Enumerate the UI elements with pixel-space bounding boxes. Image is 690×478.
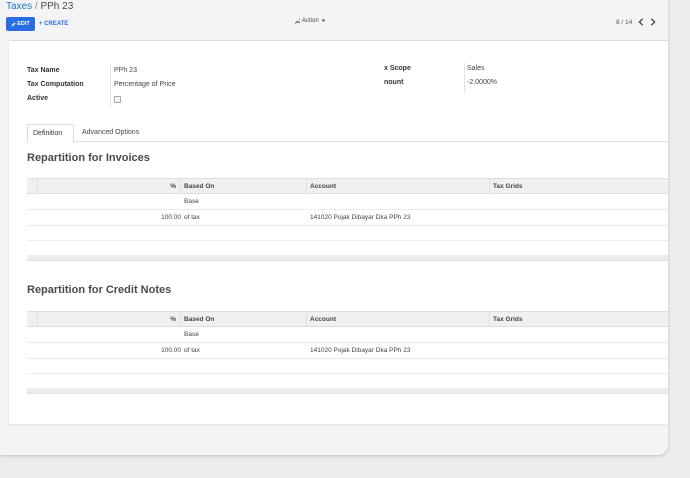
empty-row xyxy=(27,241,668,256)
credit-notes-section-title: Repartition for Credit Notes xyxy=(27,284,172,296)
tax-computation-label: Tax Computation xyxy=(27,81,84,88)
chevron-right-icon[interactable] xyxy=(650,18,656,26)
table-footer xyxy=(27,256,668,261)
create-button-label: + CREATE xyxy=(39,21,69,27)
breadcrumb: Taxes / PPh 23 xyxy=(6,1,73,12)
credit-notes-table-header: % Based On Account Tax Grids xyxy=(27,311,668,327)
cell-account: 141020 Pojak Dibayar Dka PPh 23 xyxy=(310,347,411,354)
column-header-percent[interactable]: % xyxy=(166,312,176,326)
cell-based-on: Base xyxy=(184,331,199,338)
tax-scope-field[interactable]: Sales xyxy=(467,65,485,72)
action-menu-label: Action xyxy=(302,18,319,24)
table-footer xyxy=(27,389,668,394)
column-header-account[interactable]: Account xyxy=(310,179,336,193)
breadcrumb-current: PPh 23 xyxy=(40,1,74,12)
table-row[interactable]: Base xyxy=(27,327,668,343)
column-header-tax-grids[interactable]: Tax Grids xyxy=(493,312,523,326)
column-header-based-on[interactable]: Based On xyxy=(184,179,214,193)
column-divider xyxy=(306,312,307,326)
cell-percent: 100.00 xyxy=(161,214,181,221)
pager: 8 / 14 xyxy=(616,18,656,26)
tax-scope-label: x Scope xyxy=(384,65,411,72)
column-divider xyxy=(180,179,181,193)
invoices-table-header: % Based On Account Tax Grids xyxy=(27,178,668,194)
tab-definition-label: Definition xyxy=(33,130,63,137)
active-label: Active xyxy=(27,95,49,102)
notebook-tabs: Definition Advanced Options xyxy=(27,124,668,143)
amount-field[interactable]: -2.0000% xyxy=(467,79,497,86)
breadcrumb-taxes-link[interactable]: Taxes xyxy=(6,1,32,12)
chevron-left-icon[interactable] xyxy=(638,18,644,26)
edit-button[interactable]: EDIT xyxy=(6,17,35,31)
tab-advanced-options[interactable]: Advanced Options xyxy=(77,124,144,141)
empty-row xyxy=(27,374,668,389)
cell-account: 141020 Pojak Dibayar Dka PPh 23 xyxy=(310,214,411,221)
tax-name-field[interactable]: PPh 23 xyxy=(114,67,137,74)
column-header-tax-grids[interactable]: Tax Grids xyxy=(493,179,523,193)
wrench-icon xyxy=(294,19,300,24)
invoices-table: % Based On Account Tax Grids Base 100.00… xyxy=(27,178,668,261)
pencil-icon xyxy=(11,22,16,26)
column-divider xyxy=(489,179,490,193)
edit-button-label: EDIT xyxy=(17,21,30,27)
amount-label: nount xyxy=(384,79,404,86)
breadcrumb-separator: / xyxy=(34,1,38,12)
empty-row xyxy=(27,226,668,241)
cell-percent xyxy=(27,327,181,342)
create-button[interactable]: + CREATE xyxy=(39,17,68,31)
tax-name-label: Tax Name xyxy=(27,67,60,74)
column-header-percent[interactable]: % xyxy=(166,179,176,193)
table-row[interactable]: Base xyxy=(27,194,668,210)
column-divider xyxy=(37,179,38,193)
credit-notes-table: % Based On Account Tax Grids Base 100.00… xyxy=(27,311,668,394)
column-header-account[interactable]: Account xyxy=(310,312,336,326)
tab-advanced-options-label: Advanced Options xyxy=(82,129,140,136)
cell-based-on: of tax xyxy=(184,214,200,221)
cell-percent xyxy=(27,194,181,209)
active-checkbox[interactable] xyxy=(114,96,121,103)
table-row[interactable]: 100.00 of tax 141020 Pojak Dibayar Dka P… xyxy=(27,343,668,359)
field-divider-right xyxy=(464,63,465,93)
form-sheet: Tax Name PPh 23 Tax Computation Percenta… xyxy=(9,40,668,424)
tax-computation-field[interactable]: Percentage of Price xyxy=(114,81,175,88)
tab-definition[interactable]: Definition xyxy=(27,124,74,143)
empty-row xyxy=(27,359,668,374)
column-header-based-on[interactable]: Based On xyxy=(184,312,214,326)
app-window: Taxes / PPh 23 EDIT + CREATE Action 8 / … xyxy=(0,0,668,455)
invoices-section-title: Repartition for Invoices xyxy=(27,152,150,164)
column-divider xyxy=(306,179,307,193)
column-divider xyxy=(37,312,38,326)
action-menu[interactable]: Action xyxy=(294,18,326,24)
cell-based-on: of tax xyxy=(184,347,200,354)
table-row[interactable]: 100.00 of tax 141020 Pojak Dibayar Dka P… xyxy=(27,210,668,226)
column-divider xyxy=(180,312,181,326)
column-divider xyxy=(489,312,490,326)
pager-counter[interactable]: 8 / 14 xyxy=(616,19,632,26)
cell-percent: 100.00 xyxy=(161,347,181,354)
caret-down-icon xyxy=(321,19,326,22)
field-divider xyxy=(110,64,111,106)
cell-based-on: Base xyxy=(184,198,199,205)
